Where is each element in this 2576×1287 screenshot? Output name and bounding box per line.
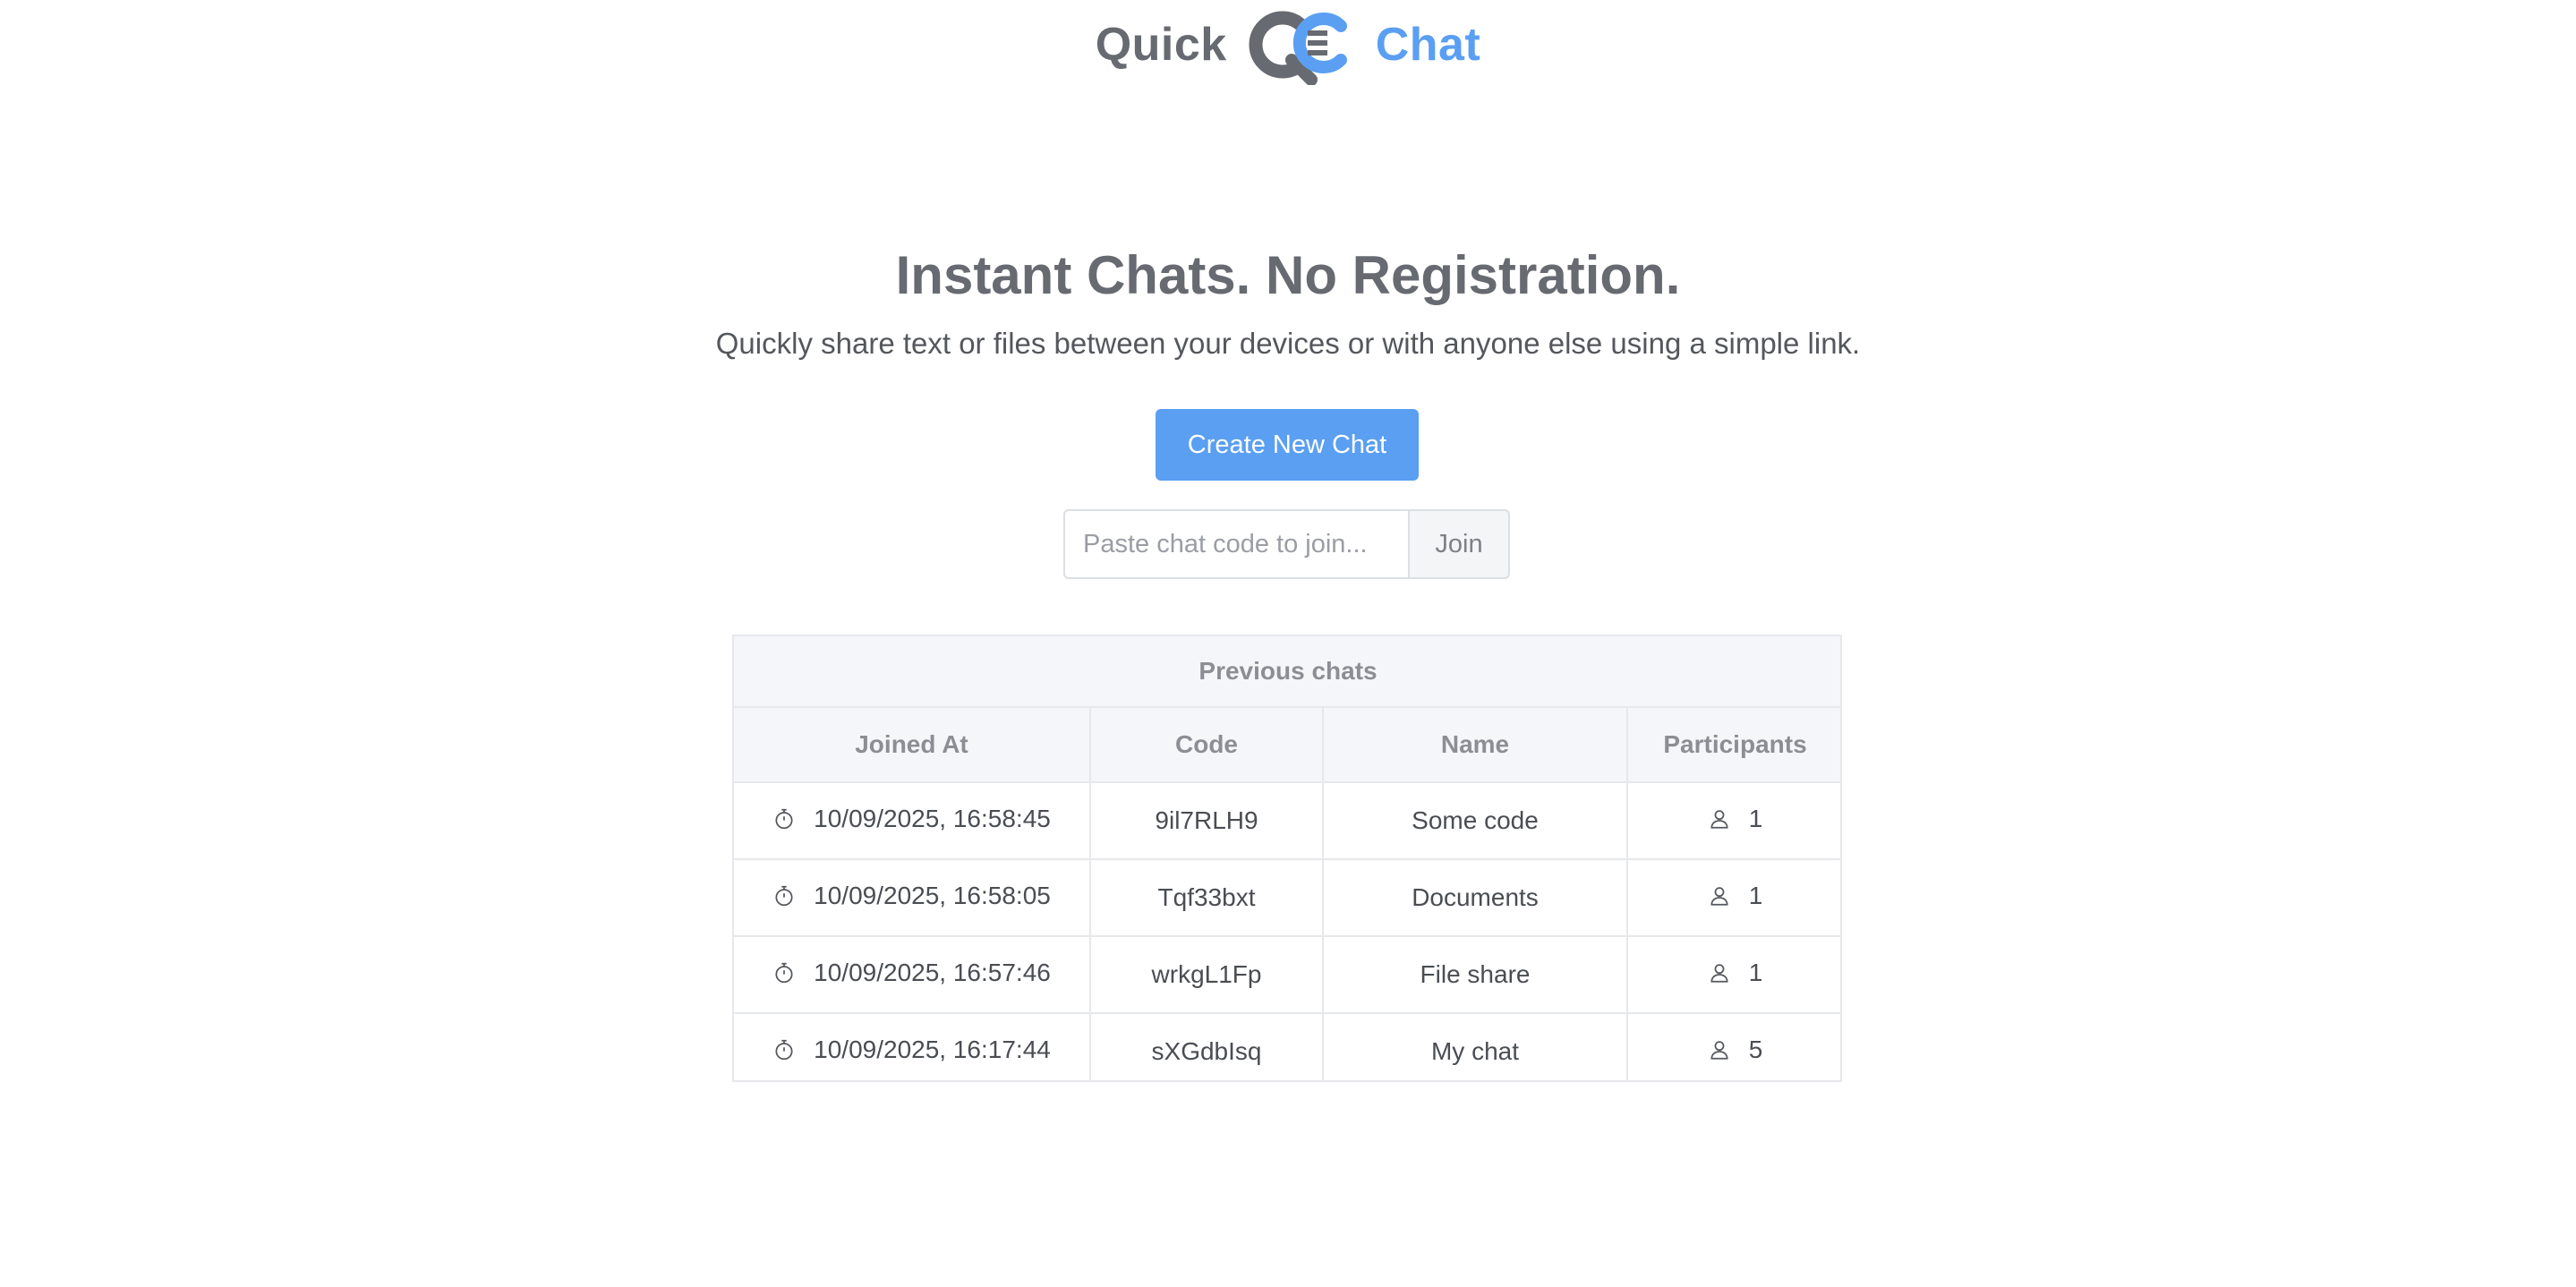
table-caption: Previous chats	[734, 636, 1840, 708]
participants-cell: 1	[1627, 782, 1840, 860]
chat-name-cell: Documents	[1323, 859, 1628, 937]
joined-at-text: 10/09/2025, 16:57:46	[814, 959, 1051, 986]
create-new-chat-button[interactable]: Create New Chat	[1156, 409, 1419, 481]
brand-quick-text: Quick	[1095, 19, 1227, 71]
join-chat-form: Join	[1063, 509, 1510, 579]
column-header-participants: Participants	[1627, 707, 1840, 783]
table-row[interactable]: 10/09/2025, 16:17:44 sXGdbIsq My chat 5	[734, 1013, 1840, 1080]
site-header: Quick Chat	[0, 0, 2576, 89]
participants-cell: 5	[1627, 1013, 1840, 1080]
chat-name-cell: Some code	[1323, 782, 1628, 860]
participants-cell: 1	[1627, 936, 1840, 1014]
hero-section: Instant Chats. No Registration. Quickly …	[0, 240, 2576, 363]
join-button[interactable]: Join	[1408, 509, 1510, 579]
user-icon	[1708, 961, 1731, 984]
hero-subtitle: Quickly share text or files between your…	[715, 327, 1861, 360]
column-header-name: Name	[1323, 707, 1628, 783]
joined-at-text: 10/09/2025, 16:17:44	[814, 1036, 1051, 1063]
table-row[interactable]: 10/09/2025, 16:57:46 wrkgL1Fp File share…	[734, 936, 1840, 1014]
table-row[interactable]: 10/09/2025, 16:58:05 Tqf33bxt Documents …	[734, 859, 1840, 937]
user-icon	[1708, 884, 1731, 908]
participants-count: 1	[1748, 882, 1763, 909]
user-icon	[1708, 807, 1731, 831]
participants-count: 5	[1748, 1036, 1763, 1063]
table-row[interactable]: 10/09/2025, 16:58:45 9il7RLH9 Some code …	[734, 782, 1840, 860]
joined-at-cell: 10/09/2025, 16:17:44	[734, 1013, 1091, 1080]
user-icon	[1708, 1038, 1731, 1061]
chat-code-cell: sXGdbIsq	[1090, 1013, 1324, 1080]
joined-at-cell: 10/09/2025, 16:58:45	[734, 782, 1091, 860]
stopwatch-icon	[772, 884, 796, 908]
chat-code-cell: 9il7RLH9	[1090, 782, 1324, 860]
previous-chats-table: Previous chats Joined At Code Name Parti…	[732, 635, 1842, 1082]
brand-chat-text: Chat	[1375, 19, 1481, 71]
chat-code-cell: wrkgL1Fp	[1090, 936, 1324, 1014]
hero-title: Instant Chats. No Registration.	[895, 245, 1681, 305]
participants-count: 1	[1748, 959, 1763, 986]
quick-chat-logo	[1249, 11, 1347, 85]
chat-code-input[interactable]	[1063, 509, 1408, 579]
participants-cell: 1	[1627, 859, 1840, 937]
joined-at-text: 10/09/2025, 16:58:45	[814, 805, 1051, 832]
joined-at-cell: 10/09/2025, 16:57:46	[734, 936, 1091, 1014]
column-header-joined-at: Joined At	[734, 707, 1091, 783]
stopwatch-icon	[772, 1038, 796, 1061]
participants-count: 1	[1748, 805, 1763, 832]
chat-name-cell: File share	[1323, 936, 1628, 1014]
chat-code-cell: Tqf33bxt	[1090, 859, 1324, 937]
column-header-code: Code	[1090, 707, 1324, 783]
chat-name-cell: My chat	[1323, 1013, 1628, 1080]
stopwatch-icon	[772, 961, 796, 984]
joined-at-text: 10/09/2025, 16:58:05	[814, 882, 1051, 909]
joined-at-cell: 10/09/2025, 16:58:05	[734, 859, 1091, 937]
stopwatch-icon	[772, 807, 796, 831]
